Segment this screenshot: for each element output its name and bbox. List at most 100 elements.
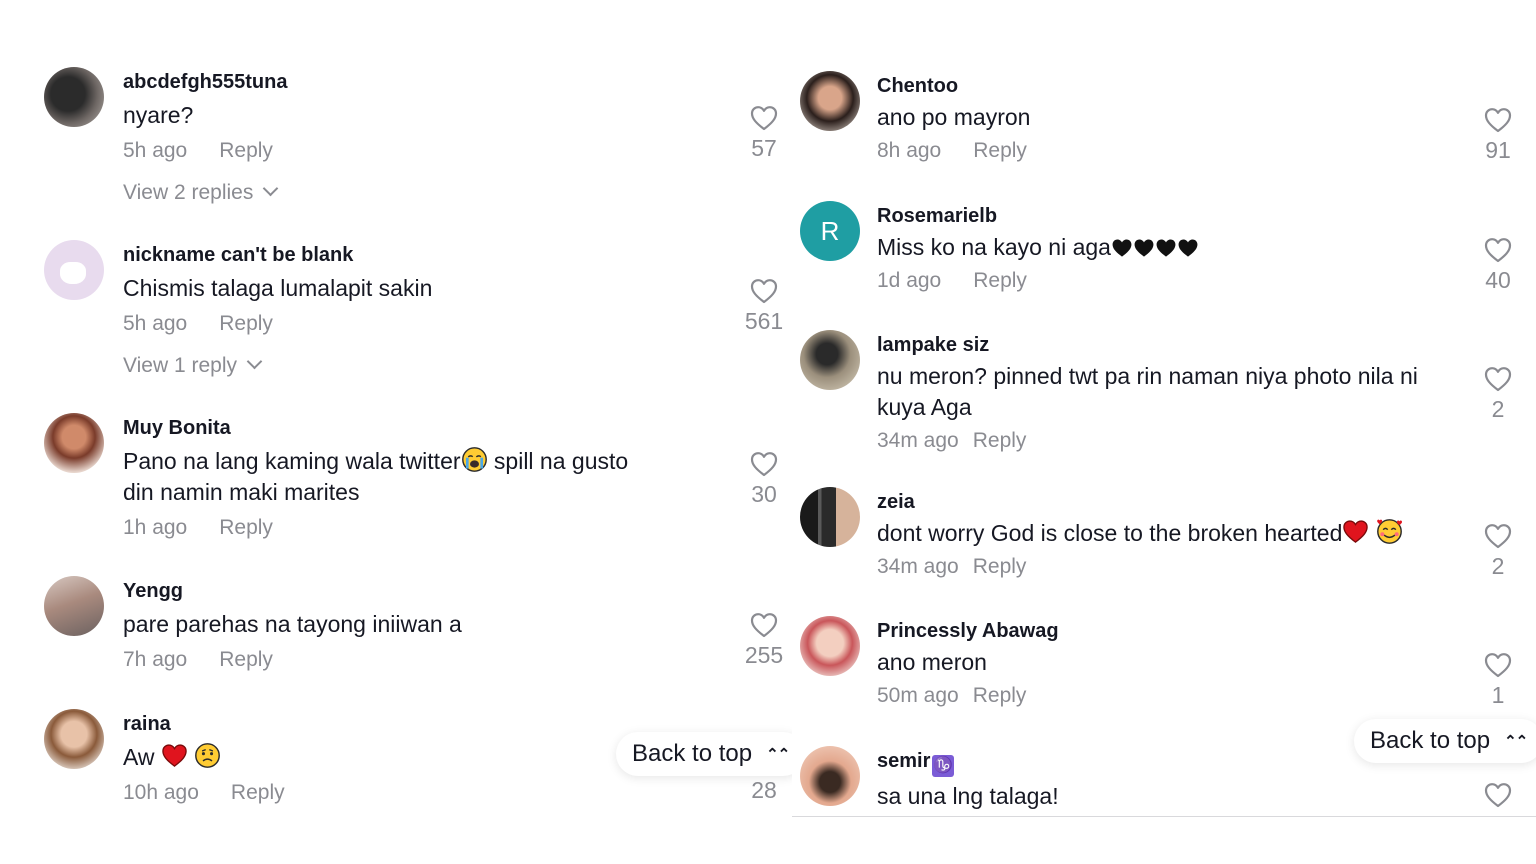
view-replies-button[interactable]: View 1 reply xyxy=(123,353,432,378)
comment-body: nickname can't be blank Chismis talaga l… xyxy=(123,244,432,378)
chevron-down-icon xyxy=(263,180,279,197)
comment-meta: 8h ago Reply xyxy=(877,139,1030,163)
avatar-initial: R xyxy=(820,215,840,246)
comment-text: ano meron xyxy=(877,649,987,675)
like-button[interactable]: 28 xyxy=(734,773,792,804)
avatar[interactable] xyxy=(800,330,860,390)
reply-button[interactable]: Reply xyxy=(973,555,1027,578)
like-button[interactable]: 40 xyxy=(1468,237,1528,294)
comment-timestamp: 8h ago xyxy=(877,139,942,162)
reply-button[interactable]: Reply xyxy=(219,139,273,162)
comment-body: Rosemarielb Miss ko na kayo ni aga 1d ag… xyxy=(877,205,1199,293)
reply-button[interactable]: Reply xyxy=(219,648,273,671)
comment-body: Princessly Abawag ano meron 50m ago Reply xyxy=(877,620,1059,708)
heart-outline-icon xyxy=(1484,237,1512,263)
comment-text-part: Aw xyxy=(123,744,161,770)
comment-username[interactable]: Rosemarielb xyxy=(877,205,1199,228)
comment-username[interactable]: abcdefgh555tuna xyxy=(123,71,287,94)
comment-text: Aw xyxy=(123,742,285,773)
comment-meta: 7h ago Reply xyxy=(123,648,462,672)
comment-body: lampake siz nu meron? pinned twt pa rin … xyxy=(877,334,1467,453)
comments-panel-right: Chentoo ano po mayron 8h ago Reply 91 R R… xyxy=(792,0,1536,864)
view-replies-label: View 2 replies xyxy=(123,181,254,204)
like-button[interactable]: 255 xyxy=(734,612,792,669)
reply-button[interactable]: Reply xyxy=(231,781,285,804)
divider xyxy=(792,816,1536,817)
comment-timestamp: 1d ago xyxy=(877,269,942,292)
avatar[interactable] xyxy=(44,240,104,300)
comment-meta: 10h ago Reply xyxy=(123,781,285,805)
like-button[interactable]: 30 xyxy=(734,451,792,508)
reply-button[interactable]: Reply xyxy=(219,516,273,539)
comment-text: ano po mayron xyxy=(877,104,1031,130)
comment-username[interactable]: Chentoo xyxy=(877,75,1030,98)
avatar[interactable] xyxy=(44,576,104,636)
chevron-down-icon xyxy=(246,353,263,370)
comment-text: nu meron? pinned twt pa rin naman niya p… xyxy=(877,361,1467,423)
comment-username[interactable]: Yengg xyxy=(123,580,462,603)
reply-button[interactable]: Reply xyxy=(973,139,1027,162)
back-to-top-button[interactable]: Back to top ⌃⌃ xyxy=(1354,719,1536,763)
like-count: 40 xyxy=(1485,267,1511,293)
black-heart-icon xyxy=(1177,237,1199,259)
avatar[interactable] xyxy=(44,67,104,127)
comment-username[interactable]: nickname can't be blank xyxy=(123,244,432,267)
avatar[interactable] xyxy=(800,616,860,676)
reply-button[interactable]: Reply xyxy=(973,269,1027,292)
like-button[interactable] xyxy=(1468,782,1528,808)
reply-button[interactable]: Reply xyxy=(973,684,1027,707)
view-replies-button[interactable]: View 2 replies xyxy=(123,180,287,205)
avatar[interactable] xyxy=(800,746,860,806)
avatar[interactable] xyxy=(800,487,860,547)
heart-outline-icon xyxy=(750,612,778,638)
back-to-top-label: Back to top xyxy=(632,740,753,767)
loudly-crying-face-icon xyxy=(461,446,488,473)
comment-username[interactable]: raina xyxy=(123,713,285,736)
black-heart-icon xyxy=(1133,237,1155,259)
like-button[interactable]: 2 xyxy=(1468,523,1528,580)
black-heart-icon xyxy=(1111,237,1133,259)
comment-username[interactable]: semir ♑ xyxy=(877,750,1059,777)
avatar[interactable] xyxy=(44,709,104,769)
like-button[interactable]: 561 xyxy=(734,278,792,335)
comment-meta: 34m ago Reply xyxy=(877,555,1403,579)
capricorn-icon: ♑ xyxy=(932,755,955,777)
heart-outline-icon xyxy=(1484,652,1512,678)
like-button[interactable]: 1 xyxy=(1468,652,1528,709)
comment-text-part: nu meron? pinned twt pa rin naman niya p… xyxy=(877,363,1418,389)
comment-timestamp: 34m ago xyxy=(877,429,959,452)
like-count: 28 xyxy=(751,777,777,803)
like-button[interactable]: 57 xyxy=(734,105,792,162)
comment-username[interactable]: zeia xyxy=(877,491,1403,514)
comment-item: raina Aw 10h ago Reply 28 xyxy=(0,709,792,804)
comment-text: Pano na lang kaming wala twitter spill n… xyxy=(123,446,703,508)
like-count: 57 xyxy=(751,135,777,161)
reply-button[interactable]: Reply xyxy=(973,429,1027,452)
heart-outline-icon xyxy=(750,278,778,304)
like-button[interactable]: 91 xyxy=(1468,107,1528,164)
comment-username[interactable]: Princessly Abawag xyxy=(877,620,1059,643)
back-to-top-button[interactable]: Back to top ⌃⌃ xyxy=(616,732,792,776)
reply-button[interactable]: Reply xyxy=(219,312,273,335)
comment-item: zeia dont worry God is close to the brok… xyxy=(792,487,1536,579)
comments-panel-left: abcdefgh555tuna nyare? 5h ago Reply View … xyxy=(0,0,792,864)
back-to-top-label: Back to top xyxy=(1370,727,1491,754)
comment-item: nickname can't be blank Chismis talaga l… xyxy=(0,240,792,377)
like-button[interactable]: 2 xyxy=(1468,366,1528,423)
comment-item: R Rosemarielb Miss ko na kayo ni aga 1d … xyxy=(792,201,1536,293)
comment-body: Muy Bonita Pano na lang kaming wala twit… xyxy=(123,417,703,540)
comment-username[interactable]: lampake siz xyxy=(877,334,1467,357)
avatar[interactable] xyxy=(44,413,104,473)
comment-meta: 34m ago Reply xyxy=(877,429,1467,453)
avatar[interactable] xyxy=(800,71,860,131)
comment-text: sa una lng talaga! xyxy=(877,783,1059,809)
comment-text: pare parehas na tayong iniiwan a xyxy=(123,611,462,637)
like-count: 30 xyxy=(751,481,777,507)
comment-body: abcdefgh555tuna nyare? 5h ago Reply View … xyxy=(123,71,287,205)
like-count: 561 xyxy=(744,308,784,334)
view-replies-label: View 1 reply xyxy=(123,354,238,377)
comment-username[interactable]: Muy Bonita xyxy=(123,417,703,440)
comment-timestamp: 1h ago xyxy=(123,516,188,539)
avatar[interactable]: R xyxy=(800,201,860,261)
comment-body: semir ♑ sa una lng talaga! xyxy=(877,750,1059,812)
